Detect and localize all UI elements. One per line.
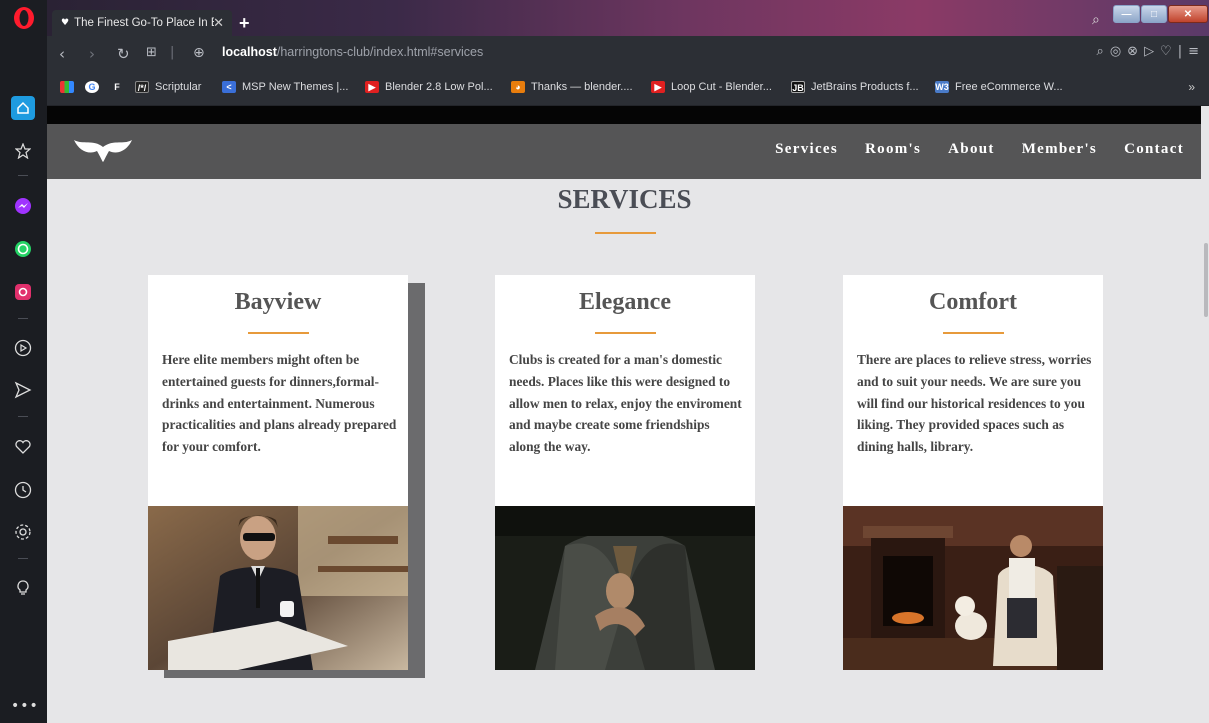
card-underline: [943, 332, 1004, 334]
card-title: Bayview: [234, 289, 322, 315]
tab-search-icon[interactable]: ⌕: [1092, 12, 1100, 28]
bookmark-item[interactable]: < MSP New Themes |...: [222, 81, 348, 93]
page-top-strip: [47, 106, 1209, 124]
f-icon[interactable]: F: [110, 81, 130, 93]
bookmark-item[interactable]: ▶ Blender 2.8 Low Pol...: [365, 81, 493, 93]
mustache-logo-icon[interactable]: [73, 137, 133, 163]
sidebar-separator: [18, 558, 28, 559]
speed-dial-icon[interactable]: [11, 96, 35, 120]
url-host: localhost: [222, 45, 277, 59]
nav-link-rooms[interactable]: Room's: [865, 141, 921, 158]
bookmarks-bar: G F /*/ Scriptular < MSP New Themes |... ▶…: [47, 70, 1209, 106]
flow-send-icon[interactable]: [11, 378, 35, 402]
opera-sidebar: •••: [0, 0, 47, 723]
tab-title: The Finest Go-To Place In E: [74, 17, 215, 29]
bookmark-label: Scriptular: [155, 81, 202, 93]
nav-link-contact[interactable]: Contact: [1124, 141, 1184, 158]
service-card-bayview[interactable]: Bayview Here elite members might often b…: [148, 275, 408, 670]
minimize-button[interactable]: —: [1113, 5, 1140, 23]
blender-icon: ◕: [511, 81, 525, 93]
scrollbar-thumb[interactable]: [1204, 243, 1208, 317]
card-text: There are places to relieve stress, worr…: [857, 352, 1092, 455]
page-viewport: Services Room's About Member's Contact S…: [47, 106, 1209, 723]
site-favicon-icon: ♥: [61, 18, 70, 28]
youtube-icon: ▶: [651, 81, 665, 93]
apps-icon[interactable]: [60, 81, 80, 93]
service-card-elegance[interactable]: Elegance Clubs is created for a man's do…: [495, 275, 755, 670]
jetbrains-icon: JB: [791, 81, 805, 93]
nav-links: Services Room's About Member's Contact: [775, 141, 1184, 158]
bookmark-item[interactable]: ▶ Loop Cut - Blender...: [651, 81, 772, 93]
close-window-button[interactable]: ✕: [1168, 5, 1208, 23]
bookmark-label: Thanks — blender....: [531, 81, 633, 93]
google-icon[interactable]: G: [85, 81, 105, 93]
heart-icon[interactable]: [11, 435, 35, 459]
card-image-fireplace: [843, 506, 1103, 670]
section-title: SERVICES: [557, 184, 692, 214]
card-title: Comfort: [929, 289, 1017, 315]
bookmark-item[interactable]: W3 Free eCommerce W...: [935, 81, 1063, 93]
nav-link-about[interactable]: About: [948, 141, 995, 158]
bookmark-item[interactable]: ◕ Thanks — blender....: [511, 81, 633, 93]
msp-icon: <: [222, 81, 236, 93]
card-text: Here elite members might often be entert…: [162, 352, 397, 455]
opera-logo-icon[interactable]: [12, 6, 36, 30]
divider: |: [170, 45, 175, 60]
sidebar-separator: [18, 318, 28, 319]
page-scrollbar[interactable]: [1201, 106, 1209, 723]
bookmarks-star-icon[interactable]: [11, 139, 35, 163]
reload-icon[interactable]: ↻: [117, 45, 130, 63]
w3-icon: W3: [935, 81, 949, 93]
sidebar-separator: [18, 416, 28, 417]
more-bookmarks-icon[interactable]: »: [1188, 80, 1195, 94]
back-icon[interactable]: ‹: [59, 45, 65, 63]
card-underline: [595, 332, 656, 334]
bookmark-label: Free eCommerce W...: [955, 81, 1063, 93]
url-path: /harringtons-club/index.html#services: [276, 45, 484, 59]
nav-link-members[interactable]: Member's: [1022, 141, 1097, 158]
tab-strip: ♥ The Finest Go-To Place In E ✕ + ⌕ — □ …: [47, 0, 1209, 36]
address-bar-actions[interactable]: ⌕◎⊗▷♡|≡: [1097, 44, 1205, 59]
messenger-icon[interactable]: [11, 194, 35, 218]
more-options-icon[interactable]: •••: [11, 698, 39, 714]
new-tab-button[interactable]: +: [239, 13, 250, 34]
card-underline: [248, 332, 309, 334]
tabs-grid-icon[interactable]: ⊞: [146, 45, 157, 60]
player-icon[interactable]: [11, 336, 35, 360]
service-card-comfort[interactable]: Comfort There are places to relieve stre…: [843, 275, 1103, 670]
bookmark-label: Loop Cut - Blender...: [671, 81, 772, 93]
globe-icon: ⊕: [193, 45, 205, 61]
bookmark-item[interactable]: /*/ Scriptular: [135, 81, 201, 93]
bookmark-label: JetBrains Products f...: [811, 81, 919, 93]
card-image-man-suit: [495, 506, 755, 670]
url-field[interactable]: localhost/harringtons-club/index.html#se…: [222, 45, 483, 59]
bookmark-label: MSP New Themes |...: [242, 81, 349, 93]
scriptular-icon: /*/: [135, 81, 149, 93]
bookmark-label: Blender 2.8 Low Pol...: [385, 81, 493, 93]
nav-link-services[interactable]: Services: [775, 141, 838, 158]
address-bar: ‹ › ↻ ⊞ | ⊕ localhost/harringtons-club/i…: [47, 36, 1209, 70]
site-navbar: Services Room's About Member's Contact: [47, 124, 1209, 179]
instagram-icon[interactable]: [11, 280, 35, 304]
history-clock-icon[interactable]: [11, 478, 35, 502]
card-image-man-reading: [148, 506, 408, 670]
tab-close-icon[interactable]: ✕: [213, 15, 224, 31]
title-underline: [595, 232, 656, 234]
active-tab[interactable]: ♥ The Finest Go-To Place In E ✕: [52, 10, 232, 36]
lightbulb-icon[interactable]: [11, 576, 35, 600]
youtube-icon: ▶: [365, 81, 379, 93]
card-text: Clubs is created for a man's domestic ne…: [509, 352, 742, 455]
sidebar-separator: [18, 175, 28, 176]
forward-icon[interactable]: ›: [89, 45, 95, 63]
settings-gear-icon[interactable]: [11, 520, 35, 544]
maximize-button[interactable]: □: [1141, 5, 1167, 23]
bookmark-item[interactable]: JB JetBrains Products f...: [791, 81, 919, 93]
whatsapp-icon[interactable]: [11, 237, 35, 261]
card-title: Elegance: [579, 289, 671, 315]
